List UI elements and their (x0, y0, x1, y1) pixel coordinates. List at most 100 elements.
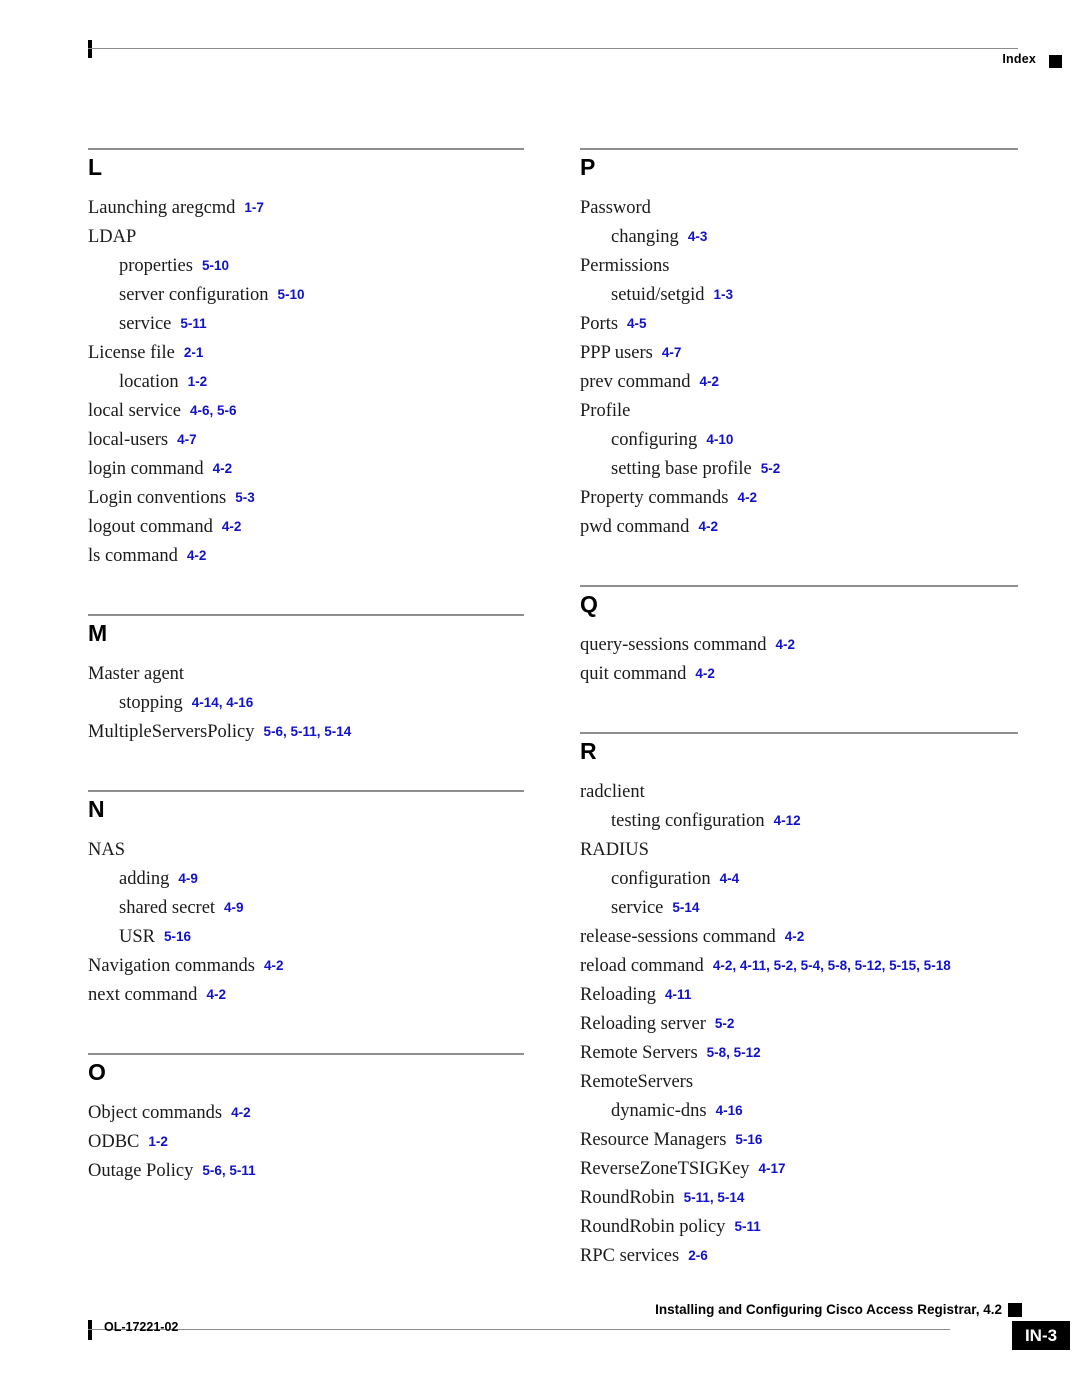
index-letter-heading: Q (580, 591, 598, 617)
index-entry: next command 4-2 (88, 981, 524, 1010)
index-entry-term: changing (611, 227, 679, 247)
index-entry-term: next command (88, 985, 198, 1005)
index-entry-page-refs[interactable]: 1-2 (188, 374, 208, 389)
index-entry: reload command 4-2, 4-11, 5-2, 5-4, 5-8, … (580, 952, 1018, 981)
index-entry-page-refs[interactable]: 5-10 (277, 287, 304, 302)
index-entry-page-refs[interactable]: 4-2, 4-11, 5-2, 5-4, 5-8, 5-12, 5-15, 5-… (713, 958, 951, 973)
index-entry-page-refs[interactable]: 4-2 (206, 987, 226, 1002)
index-entry: PPP users 4-7 (580, 339, 1018, 368)
index-entry-term: quit command (580, 664, 687, 684)
index-entry-page-refs[interactable]: 1-3 (714, 287, 734, 302)
index-entry: quit command 4-2 (580, 660, 1018, 689)
index-entry: pwd command 4-2 (580, 513, 1018, 542)
index-entry-page-refs[interactable]: 4-11 (665, 987, 691, 1002)
index-entry-term: Outage Policy (88, 1161, 194, 1181)
letter-divider-rule (88, 1053, 524, 1055)
index-entry-term: NAS (88, 840, 126, 860)
index-entry-page-refs[interactable]: 4-9 (224, 900, 244, 915)
index-entry-page-refs[interactable]: 5-8, 5-12 (707, 1045, 761, 1060)
index-entry-page-refs[interactable]: 2-6 (688, 1248, 708, 1263)
index-entry-page-refs[interactable]: 5-6, 5-11 (202, 1163, 255, 1178)
header-square-marker (1049, 55, 1062, 68)
index-entry-page-refs[interactable]: 4-2 (222, 519, 242, 534)
index-entry-term: logout command (88, 517, 213, 537)
index-entry-page-refs[interactable]: 5-2 (761, 461, 781, 476)
index-entry: MultipleServersPolicy 5-6, 5-11, 5-14 (88, 718, 524, 747)
index-entry-page-refs[interactable]: 5-11, 5-14 (684, 1190, 745, 1205)
index-entry-page-refs[interactable]: 4-14, 4-16 (192, 695, 254, 710)
index-entry-page-refs[interactable]: 4-2 (231, 1105, 251, 1120)
index-entry: Login conventions 5-3 (88, 484, 524, 513)
index-entry-page-refs[interactable]: 4-5 (627, 316, 647, 331)
header-left-marker (88, 40, 92, 58)
index-entry-page-refs[interactable]: 4-6, 5-6 (190, 403, 237, 418)
index-entry-term: ReverseZoneTSIGKey (580, 1159, 750, 1179)
index-entry-page-refs[interactable]: 5-16 (735, 1132, 762, 1147)
index-entry: setting base profile 5-2 (580, 455, 1018, 484)
footer-page-number-badge: IN-3 (1012, 1321, 1070, 1350)
index-entry-page-refs[interactable]: 4-7 (177, 432, 197, 447)
index-entry: setuid/setgid 1-3 (580, 281, 1018, 310)
index-entry: LDAP (88, 223, 524, 252)
index-entry-page-refs[interactable]: 5-11 (734, 1219, 760, 1234)
index-entry-page-refs[interactable]: 5-10 (202, 258, 229, 273)
index-entry-page-refs[interactable]: 4-17 (759, 1161, 786, 1176)
index-entry-page-refs[interactable]: 4-2 (187, 548, 207, 563)
index-entry-page-refs[interactable]: 4-2 (698, 519, 718, 534)
index-entry-term: local-users (88, 430, 169, 450)
index-entry-page-refs[interactable]: 5-6, 5-11, 5-14 (263, 724, 351, 739)
index-entry-page-refs[interactable]: 4-2 (776, 637, 796, 652)
index-entry-page-refs[interactable]: 4-4 (720, 871, 740, 886)
index-entry: stopping 4-14, 4-16 (88, 689, 524, 718)
index-entry-page-refs[interactable]: 4-10 (706, 432, 733, 447)
index-entry-page-refs[interactable]: 5-14 (672, 900, 699, 915)
index-entry-term: Master agent (88, 664, 185, 684)
letter-divider-rule (580, 585, 1018, 587)
index-entry-page-refs[interactable]: 4-9 (178, 871, 198, 886)
index-entry-page-refs[interactable]: 4-2 (264, 958, 284, 973)
index-entry-page-refs[interactable]: 5-3 (235, 490, 255, 505)
index-entry-term: service (611, 898, 664, 918)
index-entry: Permissions (580, 252, 1018, 281)
index-entry-page-refs[interactable]: 4-2 (213, 461, 233, 476)
index-entry-page-refs[interactable]: 5-11 (180, 316, 206, 331)
index-entry-term: reload command (580, 956, 704, 976)
index-entry-page-refs[interactable]: 4-2 (785, 929, 805, 944)
index-entry-page-refs[interactable]: 2-1 (184, 345, 204, 360)
index-entry: Reloading server 5-2 (580, 1010, 1018, 1039)
index-entry-term: query-sessions command (580, 635, 767, 655)
index-entry-term: RoundRobin (580, 1188, 675, 1208)
footer-divider-rule (88, 1329, 950, 1330)
index-entry-term: RPC services (580, 1246, 680, 1266)
index-entry-page-refs[interactable]: 4-7 (662, 345, 682, 360)
index-entry: configuring 4-10 (580, 426, 1018, 455)
header-divider-rule (88, 48, 1018, 49)
index-entry-term: ODBC (88, 1132, 140, 1152)
index-letter-heading: M (88, 620, 107, 646)
index-entry-term: dynamic-dns (611, 1101, 707, 1121)
index-entry-term: RoundRobin policy (580, 1217, 726, 1237)
index-entry-page-refs[interactable]: 4-2 (738, 490, 758, 505)
index-entry-term: License file (88, 343, 175, 363)
index-entry-page-refs[interactable]: 1-7 (244, 200, 264, 215)
index-entry-term: stopping (119, 693, 183, 713)
index-entry-term: Profile (580, 401, 631, 421)
index-entry-page-refs[interactable]: 4-2 (695, 666, 715, 681)
index-entry-term: LDAP (88, 227, 137, 247)
index-entry-term: release-sessions command (580, 927, 776, 947)
index-entry-term: configuring (611, 430, 698, 450)
index-entry-page-refs[interactable]: 5-16 (164, 929, 191, 944)
index-entry-page-refs[interactable]: 4-2 (699, 374, 719, 389)
index-entry-page-refs[interactable]: 4-12 (774, 813, 801, 828)
index-entry-page-refs[interactable]: 1-2 (148, 1134, 168, 1149)
index-letter-block: P Password changing 4-3 Permissions setuid/se… (580, 148, 1018, 542)
index-entry-page-refs[interactable]: 4-16 (716, 1103, 743, 1118)
index-entry-page-refs[interactable]: 4-3 (688, 229, 708, 244)
index-entry-term: MultipleServersPolicy (88, 722, 255, 742)
index-column-right: P Password changing 4-3 Permissions setuid/se… (580, 148, 1018, 1271)
index-entry: RemoteServers (580, 1068, 1018, 1097)
index-entry-term: adding (119, 869, 170, 889)
index-entry-page-refs[interactable]: 5-2 (715, 1016, 735, 1031)
index-entry-term: radclient (580, 782, 645, 802)
